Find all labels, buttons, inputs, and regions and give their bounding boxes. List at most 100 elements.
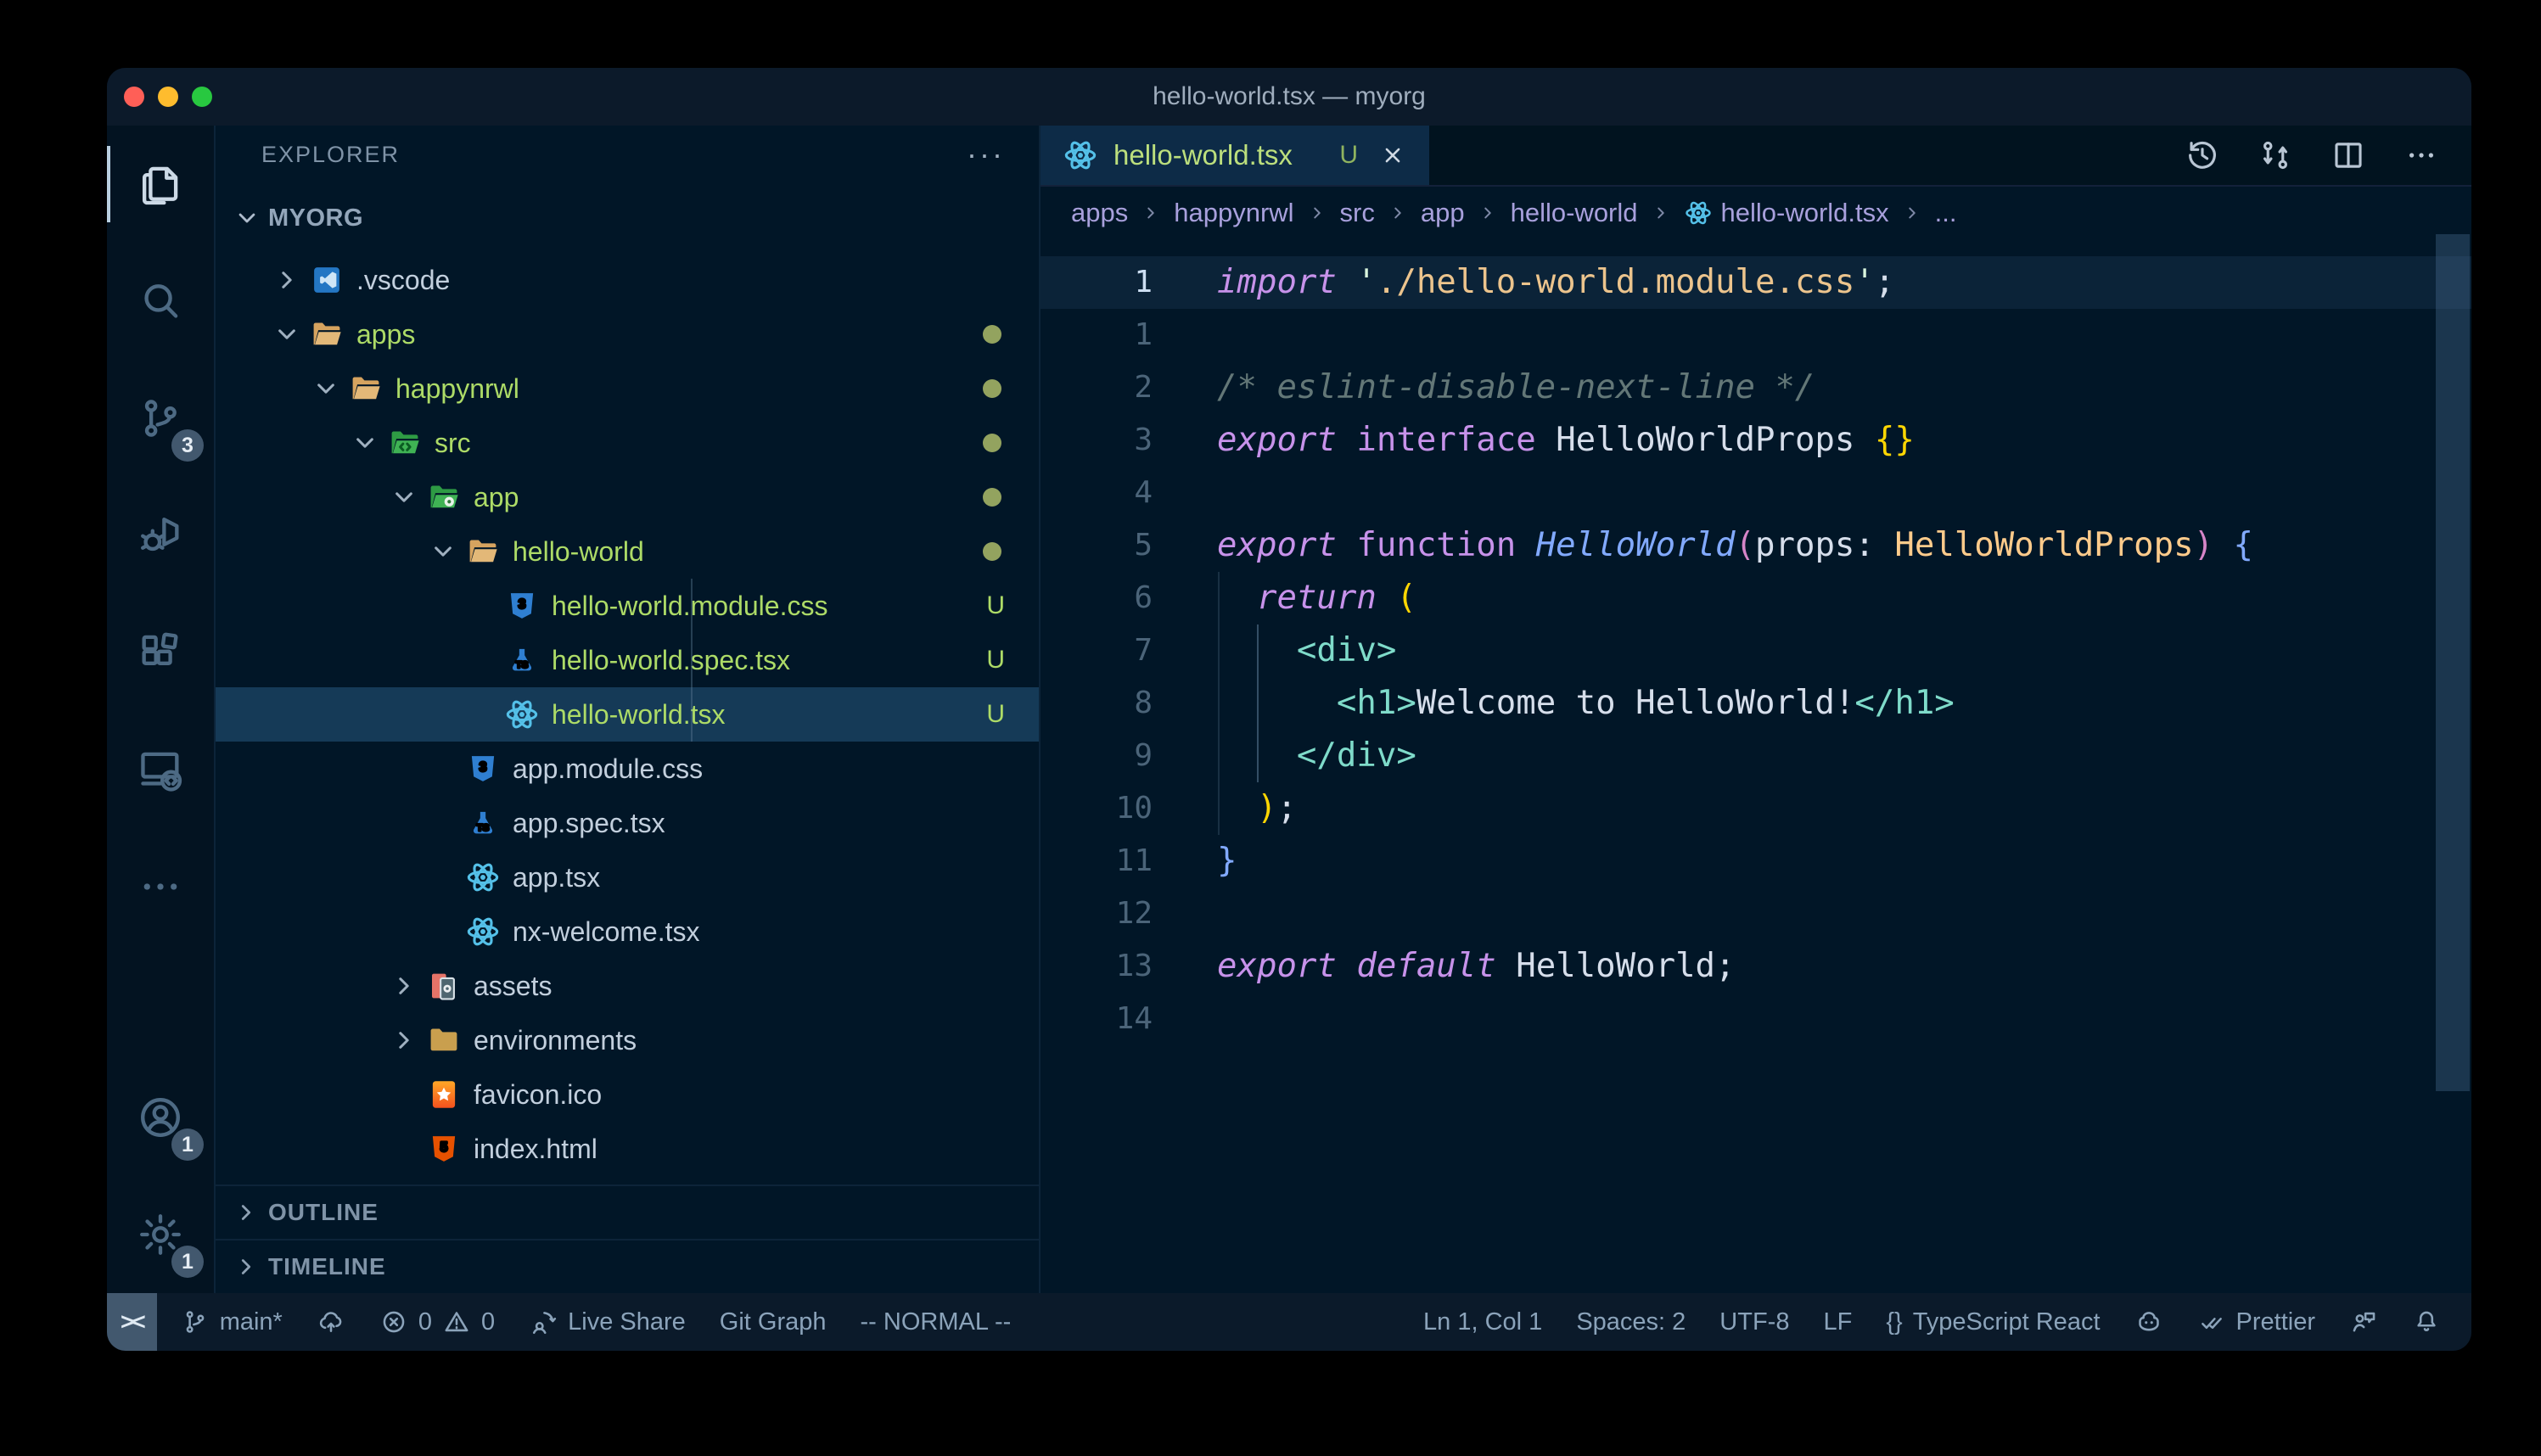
test-icon: TS [465, 805, 501, 841]
activity-item-accounts[interactable]: 1 [107, 1059, 214, 1176]
tree-item-hello-world-module-css[interactable]: 3hello-world.module.cssU [216, 579, 1039, 633]
window-controls [124, 68, 212, 126]
close-window-button[interactable] [124, 87, 144, 107]
zoom-window-button[interactable] [192, 87, 212, 107]
chev-right-icon [231, 1197, 261, 1228]
editor-action-more-actions[interactable] [2404, 137, 2439, 173]
tree-item-happynrwl[interactable]: happynrwl [216, 361, 1039, 416]
folder-open-icon [465, 534, 501, 569]
chev-down-icon [426, 535, 460, 568]
editor-action-open-changes[interactable] [2258, 137, 2293, 173]
explorer-more-actions-button[interactable]: ··· [967, 146, 1005, 163]
tree-item-label: hello-world [513, 536, 644, 568]
status-item-problems[interactable]: 00 [362, 1293, 512, 1351]
status-item-git-graph[interactable]: Git Graph [703, 1293, 844, 1351]
folder-app-icon [426, 479, 462, 515]
status-item-copilot[interactable] [2118, 1293, 2180, 1351]
status-item-feedback[interactable] [2332, 1293, 2395, 1351]
indent-guide-active [1257, 624, 1259, 782]
code-line: 6 return ( [1041, 572, 2471, 624]
status-item-remote-indicator[interactable]: >< [107, 1293, 157, 1351]
breadcrumb-item[interactable]: ... [1935, 198, 1957, 228]
status-text: Git Graph [720, 1308, 827, 1336]
chevron-right-icon [1140, 202, 1162, 224]
status-text: Live Share [568, 1308, 686, 1336]
activity-badge: 3 [171, 429, 204, 462]
activity-item-source-control[interactable]: 3 [107, 360, 214, 477]
activity-item-explorer[interactable] [107, 126, 214, 243]
tree-item-label: app.spec.tsx [513, 808, 665, 839]
breadcrumb-item[interactable]: src [1340, 198, 1375, 228]
tree-item-label: apps [356, 319, 415, 350]
activity-item-more[interactable] [107, 828, 214, 945]
status-text: Prettier [2236, 1308, 2315, 1336]
tree-item-app[interactable]: app [216, 470, 1039, 524]
extensions-icon [136, 628, 185, 677]
chev-down-icon [231, 202, 263, 234]
status-text: Spaces: 2 [1576, 1308, 1686, 1336]
status-item-vim-mode[interactable]: -- NORMAL -- [844, 1293, 1029, 1351]
tree-item-nx-welcome-tsx[interactable]: nx-welcome.tsx [216, 904, 1039, 959]
code-editor[interactable]: 1import './hello-world.module.css';12/* … [1041, 239, 2471, 1293]
workspace-section-header[interactable]: MYORG [216, 183, 1039, 253]
status-item-indentation[interactable]: Spaces: 2 [1559, 1293, 1702, 1351]
tree-item-app-tsx[interactable]: app.tsx [216, 850, 1039, 904]
tree-item-label: happynrwl [395, 373, 519, 405]
indent-guide [1218, 572, 1220, 835]
tree-item-hello-world[interactable]: hello-world [216, 524, 1039, 579]
status-item-cursor-position[interactable]: Ln 1, Col 1 [1406, 1293, 1559, 1351]
copilot-icon [2134, 1308, 2163, 1336]
activity-item-extensions[interactable] [107, 594, 214, 711]
tree-item-hello-world-spec-tsx[interactable]: TShello-world.spec.tsxU [216, 633, 1039, 687]
tree-item--vscode[interactable]: .vscode [216, 253, 1039, 307]
status-item-prettier[interactable]: Prettier [2180, 1293, 2332, 1351]
sidebar-title: EXPLORER [261, 142, 967, 168]
status-item-sync[interactable] [300, 1293, 362, 1351]
css-icon: 3 [504, 588, 540, 624]
folder-open-icon [309, 316, 345, 352]
breadcrumb-item[interactable]: hello-world [1511, 198, 1638, 228]
tree-item-environments[interactable]: environments [216, 1013, 1039, 1067]
breadcrumb: apps happynrwl src app hello-world hello-worl… [1041, 187, 2471, 239]
outline-panel-header[interactable]: OUTLINE [216, 1184, 1039, 1239]
editor-scrollbar[interactable] [2436, 234, 2470, 1091]
tree-item-index-html[interactable]: 5index.html [216, 1122, 1039, 1176]
tree-item-assets[interactable]: assets [216, 959, 1039, 1013]
status-item-live-share[interactable]: Live Share [512, 1293, 703, 1351]
timeline-panel-label: TIMELINE [268, 1253, 386, 1280]
activity-item-search[interactable] [107, 243, 214, 360]
vscode-icon [309, 262, 345, 298]
remote-explorer-icon [136, 745, 185, 794]
folder-open-icon [348, 371, 384, 406]
tree-item-apps[interactable]: apps [216, 307, 1039, 361]
tree-item-label: nx-welcome.tsx [513, 916, 700, 948]
status-item-encoding[interactable]: UTF-8 [1702, 1293, 1806, 1351]
status-item-git-branch[interactable]: main* [164, 1293, 300, 1351]
tree-item-app-spec-tsx[interactable]: TS app.spec.tsx [216, 796, 1039, 850]
minimize-window-button[interactable] [158, 87, 178, 107]
breadcrumb-item[interactable]: app [1421, 198, 1465, 228]
tree-item-label: favicon.ico [474, 1079, 602, 1111]
tree-item-src[interactable]: src [216, 416, 1039, 470]
tree-item-favicon-ico[interactable]: favicon.ico [216, 1067, 1039, 1122]
timeline-panel-header[interactable]: TIMELINE [216, 1239, 1039, 1293]
activity-item-settings[interactable]: 1 [107, 1176, 214, 1293]
explorer-sidebar: EXPLORER ··· MYORG .vscode apps happynrwl s… [216, 126, 1041, 1293]
line-number: 1 [1041, 309, 1217, 361]
editor-action-open-timeline[interactable] [2185, 137, 2220, 173]
status-item-notifications[interactable] [2395, 1293, 2458, 1351]
status-item-language-mode[interactable]: {}TypeScript React [1869, 1293, 2117, 1351]
tree-item-hello-world-tsx[interactable]: hello-world.tsxU [216, 687, 1039, 742]
breadcrumb-item[interactable]: apps [1071, 198, 1128, 228]
editor-action-split-editor[interactable] [2331, 137, 2366, 173]
tab-hello-world-tsx[interactable]: hello-world.tsx U [1041, 126, 1429, 185]
breadcrumb-item[interactable]: happynrwl [1174, 198, 1293, 228]
chevron-right-icon [1306, 202, 1328, 224]
breadcrumb-item[interactable]: hello-world.tsx [1684, 198, 1889, 228]
tree-item-app-module-css[interactable]: 3app.module.css [216, 742, 1039, 796]
activity-item-run-debug[interactable] [107, 477, 214, 594]
activity-item-remote-explorer[interactable] [107, 711, 214, 828]
status-item-eol[interactable]: LF [1806, 1293, 1869, 1351]
close-tab-icon[interactable] [1378, 141, 1407, 170]
code-line: 3export interface HelloWorldProps {} [1041, 414, 2471, 467]
